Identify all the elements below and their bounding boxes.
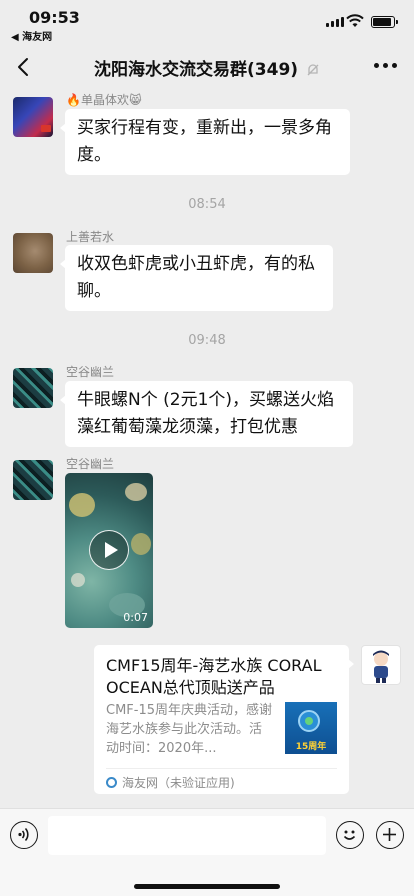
app-source-icon <box>106 777 117 788</box>
sender-name: 🔥单晶体欢😸 <box>66 93 142 107</box>
cellular-signal-icon <box>326 17 344 27</box>
emoji-icon[interactable] <box>336 821 364 849</box>
avatar[interactable] <box>13 233 53 273</box>
battery-icon <box>371 16 398 28</box>
avatar[interactable] <box>13 368 53 408</box>
link-card-source: 海友网（未验证应用) <box>106 774 235 791</box>
video-message[interactable]: 0:07 <box>65 473 153 628</box>
voice-icon[interactable] <box>10 821 38 849</box>
sender-name: 空谷幽兰 <box>66 457 115 471</box>
flag-badge <box>41 125 51 132</box>
wifi-icon <box>346 14 364 27</box>
link-card-source-label: 海友网（未验证应用) <box>122 776 235 790</box>
thumbnail-caption: 15周年 <box>295 742 327 752</box>
avatar[interactable] <box>13 460 53 500</box>
message-bubble[interactable]: 买家行程有变，重新出，一景多角度。 <box>60 109 350 175</box>
message-bubble[interactable]: 牛眼螺N个 (2元1个)，买螺送火焰藻红葡萄藻龙须藻，打包优惠 <box>60 381 353 447</box>
more-dots-icon[interactable] <box>374 63 397 68</box>
link-card-thumbnail: 15周年 <box>285 702 337 754</box>
status-time: 09:53 <box>29 8 80 27</box>
back-to-app-link[interactable]: ◀ 海友网 <box>11 28 52 43</box>
input-bar <box>0 808 414 896</box>
self-avatar[interactable] <box>361 645 401 685</box>
status-bar: 09:53 ◀ 海友网 <box>0 0 414 44</box>
chat-title-row: 沈阳海水交流交易群(349) <box>0 55 414 80</box>
sender-name: 上善若水 <box>66 230 115 244</box>
link-card[interactable]: CMF15周年-海艺水族 CORAL OCEAN总代顶贴送产品 CMF-15周年… <box>94 645 354 794</box>
chat-header: 沈阳海水交流交易群(349) <box>0 44 414 90</box>
home-indicator <box>134 884 280 889</box>
timestamp: 08:54 <box>188 197 226 212</box>
sender-name: 空谷幽兰 <box>66 365 115 379</box>
video-duration: 0:07 <box>123 611 148 624</box>
link-card-title: CMF15周年-海艺水族 CORAL OCEAN总代顶贴送产品 <box>106 656 322 697</box>
timestamp: 09:48 <box>188 333 226 348</box>
message-input[interactable] <box>48 816 326 855</box>
bell-off-icon <box>307 64 319 76</box>
avatar[interactable] <box>13 97 53 137</box>
plus-icon[interactable] <box>376 821 404 849</box>
divider <box>106 768 337 769</box>
play-icon[interactable] <box>89 530 129 570</box>
link-card-description: CMF-15周年庆典活动，感谢海艺水族参与此次活动。活动时间：2020年... <box>106 703 273 756</box>
chat-title: 沈阳海水交流交易群(349) <box>94 60 299 80</box>
cartoon-avatar-icon <box>373 650 389 683</box>
message-bubble[interactable]: 收双色虾虎或小丑虾虎，有的私聊。 <box>60 245 333 311</box>
